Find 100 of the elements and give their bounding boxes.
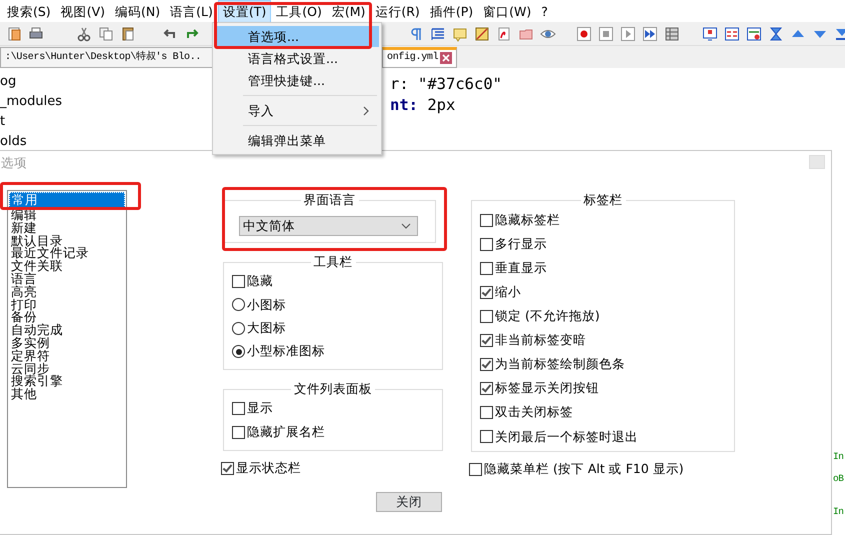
list-icon[interactable]	[724, 26, 740, 42]
menu-option[interactable]: 管理快捷键...	[215, 70, 379, 91]
map-icon[interactable]	[474, 26, 490, 42]
menu-item[interactable]: 工具(O)	[271, 0, 327, 22]
category-item[interactable]: 其他	[9, 388, 125, 401]
option-label: 隐藏菜单栏 (按下 Alt 或 F10 显示)	[484, 460, 684, 478]
note-icon[interactable]	[452, 26, 468, 42]
category-item[interactable]: 默认目录	[9, 234, 125, 248]
group-title: 文件列表面板	[291, 381, 375, 396]
clipboard-icon[interactable]	[120, 26, 136, 42]
menu-item[interactable]: ?	[536, 0, 553, 22]
menu-item[interactable]: 窗口(W)	[478, 0, 536, 22]
checkbox[interactable]	[480, 334, 493, 348]
option-label: 显示状态栏	[236, 459, 301, 478]
checkbox[interactable]	[480, 262, 493, 275]
option-label: 非当前标签变暗	[495, 331, 586, 350]
code-line: nt: 2px	[390, 95, 456, 116]
option-label: 为当前标签绘制颜色条	[495, 355, 625, 374]
indent-lines-icon[interactable]	[430, 26, 446, 42]
category-item[interactable]: 最近文件记录	[9, 247, 125, 260]
checkbox[interactable]	[469, 463, 482, 476]
select-value: 中文简体	[243, 216, 295, 235]
fast-forward-icon[interactable]	[642, 26, 658, 42]
radio-button[interactable]	[232, 322, 245, 335]
tree-item[interactable]: og	[0, 72, 210, 92]
option-label: 大图标	[247, 318, 286, 337]
option-label: 标签显示关闭按钮	[495, 379, 599, 398]
menu-option[interactable]: 首选项...	[215, 26, 379, 47]
close-button[interactable]: 关闭	[376, 492, 442, 512]
monitor-icon[interactable]	[702, 26, 718, 42]
checkbox[interactable]	[232, 426, 245, 439]
list-icon[interactable]	[746, 26, 762, 42]
checkbox[interactable]	[480, 382, 493, 396]
dialog-title: 选项	[1, 155, 27, 170]
category-item[interactable]: 云同步	[9, 362, 125, 376]
category-item[interactable]: 搜索引擎	[9, 375, 125, 388]
tree-item[interactable]: _modules	[0, 92, 210, 112]
checkbox[interactable]	[480, 430, 493, 444]
language-select[interactable]: 中文简体	[239, 216, 418, 236]
category-item[interactable]: 自动完成	[9, 324, 125, 337]
category-item[interactable]: 多实例	[9, 336, 125, 350]
category-item[interactable]: 打印	[9, 298, 125, 312]
printer-icon[interactable]	[28, 26, 44, 42]
checkbox[interactable]	[480, 214, 493, 227]
group-title: 界面语言	[300, 192, 358, 207]
tree-item[interactable]: t	[0, 112, 210, 132]
checkbox[interactable]	[232, 275, 245, 288]
stop-icon[interactable]	[598, 26, 614, 42]
category-item[interactable]: 定界符	[9, 350, 125, 363]
page-icon[interactable]	[6, 26, 22, 42]
category-item[interactable]: 高亮	[9, 286, 125, 299]
close-icon[interactable]	[440, 52, 452, 64]
menu-item[interactable]: 语言(L)	[165, 0, 218, 22]
group-title: 工具栏	[310, 254, 356, 269]
hourglass-icon[interactable]	[768, 26, 784, 42]
option-label: 小图标	[247, 296, 286, 314]
option-label: 双击关闭标签	[495, 403, 573, 422]
menu-option[interactable]: 导入	[215, 100, 379, 121]
play-icon[interactable]	[620, 26, 636, 42]
code-fragment: In	[833, 450, 844, 464]
code-fragment: oB	[833, 472, 844, 486]
option-label: 显示	[247, 399, 273, 418]
tree-item[interactable]: olds	[0, 132, 210, 152]
menu-item[interactable]: 视图(V)	[56, 0, 110, 22]
menu-item[interactable]: 编码(N)	[110, 0, 166, 22]
menu-item[interactable]: 插件(P)	[424, 0, 478, 22]
record-icon[interactable]	[576, 26, 592, 42]
group-title: 标签栏	[580, 192, 626, 207]
category-item[interactable]: 常用	[9, 192, 125, 208]
menu-item[interactable]: 运行(R)	[370, 0, 425, 22]
checkbox[interactable]	[480, 358, 493, 372]
scissors-icon[interactable]	[76, 26, 92, 42]
option-label: 小型标准图标	[247, 342, 325, 360]
document-icon[interactable]	[496, 26, 512, 42]
chevron-down-icon	[401, 223, 411, 229]
checkbox[interactable]	[221, 462, 234, 475]
category-item[interactable]: 备份	[9, 311, 125, 324]
option-label: 隐藏标签栏	[495, 210, 560, 229]
code-line: r: "#37c6c0"	[390, 74, 502, 95]
radio-button[interactable]	[232, 298, 245, 312]
category-item[interactable]: 新建	[9, 222, 125, 235]
checkbox[interactable]	[480, 238, 493, 251]
checkbox[interactable]	[480, 286, 493, 299]
checkbox[interactable]	[232, 402, 245, 416]
menu-item[interactable]: 搜索(S)	[2, 0, 56, 22]
category-item[interactable]: 语言	[9, 272, 125, 286]
menu-option[interactable]: 语言格式设置...	[215, 48, 379, 69]
radio-button[interactable]	[232, 345, 245, 358]
checkbox[interactable]	[480, 406, 493, 420]
option-label: 关闭最后一个标签时退出	[495, 428, 638, 446]
checkbox[interactable]	[480, 310, 493, 323]
menu-option[interactable]: 编辑弹出菜单	[215, 130, 379, 151]
file-tab[interactable]: onfig.yml	[382, 47, 458, 68]
grid-icon[interactable]	[664, 26, 680, 42]
chevron-right-icon	[362, 106, 370, 116]
copy-icon[interactable]	[98, 26, 114, 42]
code-fragment: In	[833, 505, 844, 519]
option-label: 锁定 (不允许拖放)	[495, 307, 600, 326]
category-item[interactable]: 文件关联	[9, 260, 125, 273]
option-label: 多行显示	[495, 234, 547, 253]
